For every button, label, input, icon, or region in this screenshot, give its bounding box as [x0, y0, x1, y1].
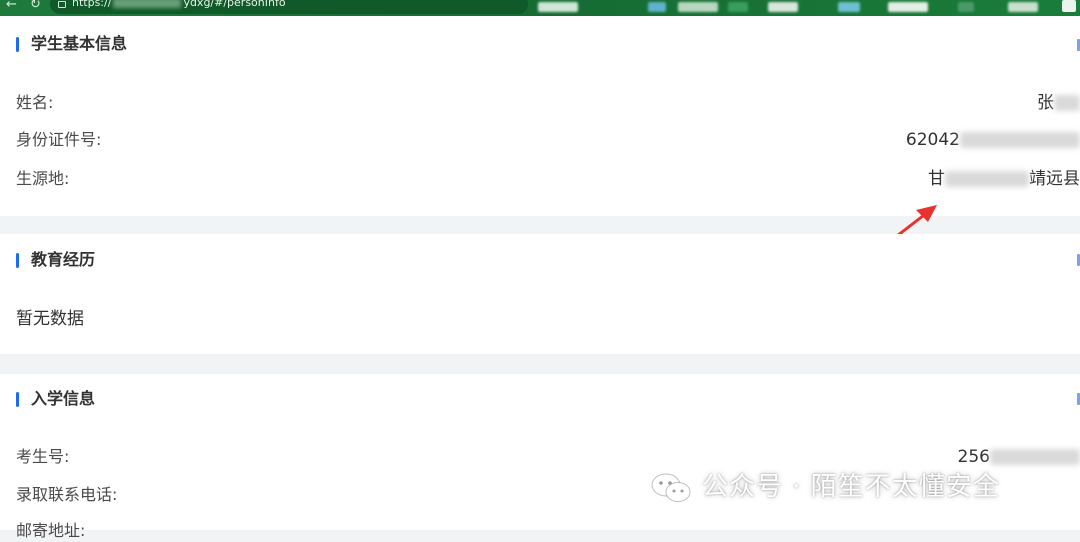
section-title: 教育经历: [31, 250, 96, 269]
basic-info-card: 学生基本信息 姓名: 张 身份证件号: 62042 生源地: 甘靖远县: [0, 16, 1080, 216]
watermark-text: 公众号 · 陌笙不太懂安全: [702, 472, 1000, 502]
url-text: https://ydxg/#/personInfo: [72, 0, 286, 9]
id-number-value: 62042: [906, 129, 1080, 151]
section-title: 学生基本信息: [31, 34, 128, 53]
id-number-label: 身份证件号:: [16, 130, 102, 149]
reload-icon[interactable]: ↻: [30, 0, 41, 13]
section-accent-bar: [16, 37, 19, 52]
name-value: 张: [1037, 92, 1080, 114]
empty-state-text: 暂无数据: [16, 309, 84, 329]
browser-toolbar: ← ↻ https://ydxg/#/personInfo: [0, 0, 1080, 16]
section-accent-bar: [16, 253, 19, 268]
wechat-icon: [651, 473, 691, 502]
address-bar[interactable]: https://ydxg/#/personInfo: [50, 0, 528, 14]
exam-number-value: 256: [958, 446, 1080, 468]
section-title: 入学信息: [31, 389, 96, 408]
origin-value: 甘靖远县: [928, 169, 1080, 189]
watermark: 公众号 · 陌笙不太懂安全: [650, 468, 1050, 508]
browser-tab-strip: [538, 0, 1080, 16]
exam-number-label: 考生号:: [16, 447, 70, 466]
education-card: 教育经历 暂无数据: [0, 234, 1080, 354]
back-arrow-icon[interactable]: ←: [6, 0, 17, 13]
admission-phone-label: 录取联系电话:: [16, 485, 118, 504]
name-label: 姓名:: [16, 93, 54, 112]
section-accent-bar: [16, 392, 19, 407]
lock-icon: [58, 1, 66, 8]
origin-label: 生源地:: [16, 169, 70, 188]
mailing-address-label: 邮寄地址:: [16, 521, 86, 540]
extension-icon[interactable]: [1062, 0, 1076, 12]
